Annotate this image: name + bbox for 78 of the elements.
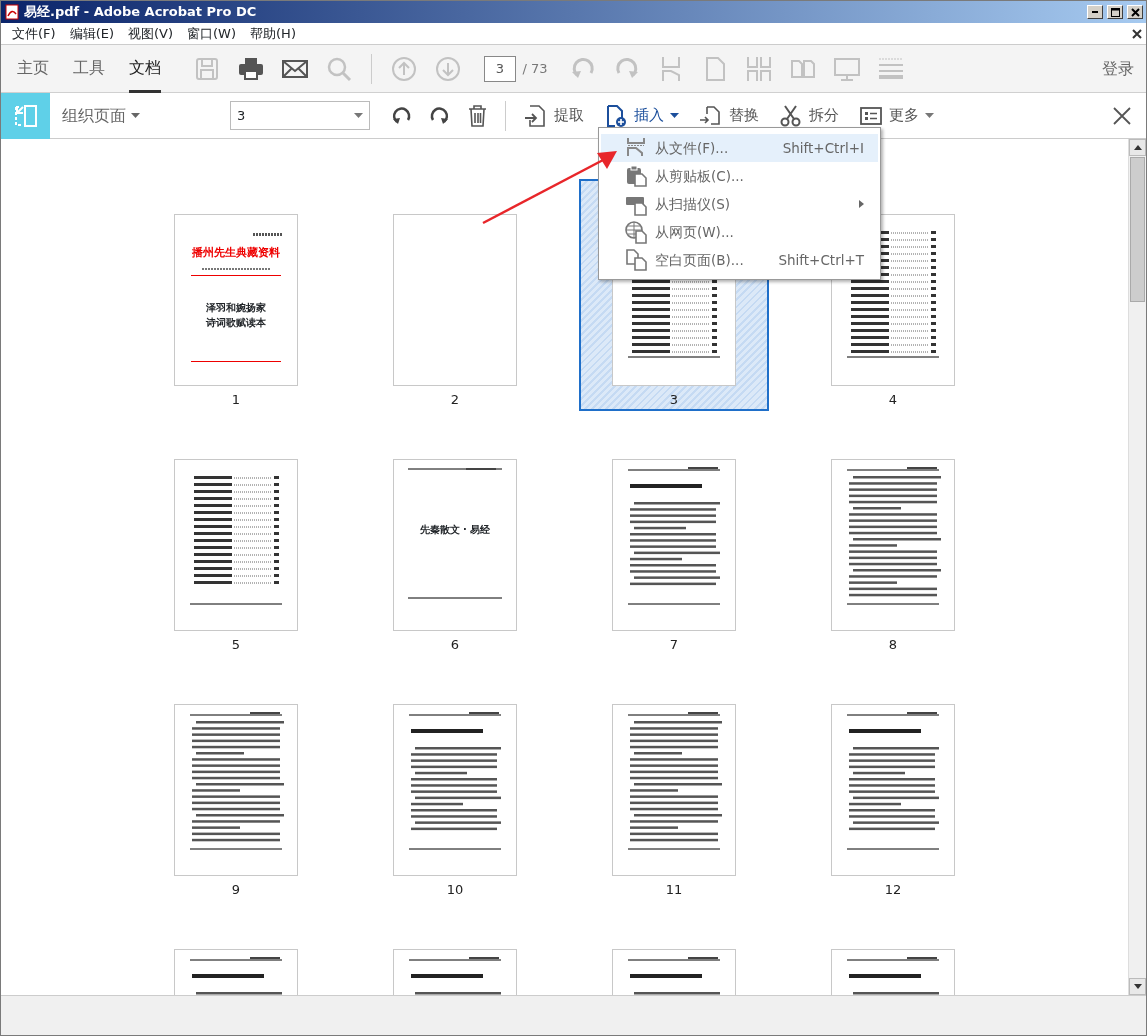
page-thumbnail[interactable]: 播州先生典藏资料 泽羽和婉扬家 诗词歌赋读本	[174, 214, 298, 386]
maximize-button[interactable]	[1107, 5, 1123, 19]
menu-item[interactable]: 视图(V)	[121, 23, 181, 44]
page-thumbnail[interactable]	[831, 459, 955, 631]
page-range-dropdown[interactable]: 3	[230, 101, 370, 130]
page-number: 11	[665, 880, 683, 899]
caret-icon	[925, 112, 934, 119]
cover-title: 播州先生典藏资料	[192, 245, 280, 261]
page-thumbnail[interactable]	[174, 704, 298, 876]
subtitle-placeholder-drawing	[202, 267, 270, 270]
minimize-button[interactable]	[1087, 5, 1103, 19]
page-number: 9	[231, 880, 241, 899]
page-number: 7	[669, 635, 679, 654]
scissors-icon	[779, 103, 803, 128]
split-button[interactable]: 拆分	[775, 103, 843, 128]
minimize-icon	[1092, 11, 1098, 13]
close-icon	[1132, 29, 1142, 40]
menu-item[interactable]: 编辑(E)	[62, 23, 121, 44]
menu-item[interactable]: 从文件(F)... Shift+Ctrl+I	[601, 134, 878, 162]
page-number: 10	[446, 880, 464, 899]
more-button[interactable]: 更多	[855, 103, 938, 128]
date-placeholder-drawing	[253, 233, 283, 236]
section-title: 先秦散文 · 易经	[419, 523, 491, 537]
page-thumbnail[interactable]	[612, 459, 736, 631]
page-total: / 73	[522, 59, 548, 78]
page-number: 5	[231, 635, 241, 654]
page-thumbnail[interactable]	[612, 704, 736, 876]
pdf-file-icon	[4, 4, 20, 20]
extract-icon	[524, 103, 548, 128]
page-thumbnail[interactable]: 先秦散文 · 易经	[393, 459, 517, 631]
page-number: 4	[888, 390, 898, 409]
page-number: 1	[231, 390, 241, 409]
insert-button[interactable]: 插入	[600, 103, 683, 128]
page-number: 6	[450, 635, 460, 654]
page-columns-icon	[744, 54, 773, 83]
close-icon	[1128, 6, 1142, 18]
replace-button[interactable]: 替换	[695, 103, 763, 128]
shortcut: Shift+Ctrl+T	[778, 250, 864, 270]
page-number: 3	[669, 390, 679, 409]
menu-item[interactable]: 文件(F)	[5, 23, 63, 44]
page-number: 2	[450, 390, 460, 409]
page-number-field[interactable]: 3	[484, 55, 516, 82]
page-thumbnail[interactable]	[174, 459, 298, 631]
extract-button[interactable]: 提取	[520, 103, 588, 128]
globe-icon	[625, 220, 647, 244]
close-icon	[1111, 105, 1132, 126]
arrow-down-icon	[1133, 984, 1142, 989]
page-thumbnail[interactable]	[831, 704, 955, 876]
cover-line: 诗词歌赋读本	[206, 315, 266, 330]
nav-tab[interactable]: 工具	[73, 44, 105, 93]
page-number: 12	[884, 880, 902, 899]
arrow-down-circle-icon	[434, 54, 462, 83]
page-thumbnail[interactable]	[393, 704, 517, 876]
page-thumbnail[interactable]	[393, 214, 517, 386]
organize-pages-dropdown[interactable]: 组织页面	[62, 103, 230, 128]
caret-icon	[670, 112, 679, 119]
arrow-up-circle-icon	[390, 54, 418, 83]
menu-item[interactable]: 窗口(W)	[180, 23, 244, 44]
arrow-up-icon	[1133, 145, 1142, 150]
nav-tab[interactable]: 主页	[17, 44, 49, 93]
login-link[interactable]: 登录	[1102, 56, 1134, 81]
menu-item[interactable]: 帮助(H)	[243, 23, 303, 44]
submenu-arrow-icon	[859, 200, 864, 208]
close-button[interactable]	[1127, 5, 1143, 19]
caret-icon	[131, 113, 141, 119]
vertical-scrollbar[interactable]	[1128, 139, 1146, 995]
scroll-up-button[interactable]	[1129, 139, 1146, 156]
page-number: 8	[888, 635, 898, 654]
window-title: 易经.pdf - Adobe Acrobat Pro DC	[24, 3, 258, 22]
scroll-down-button[interactable]	[1129, 978, 1146, 995]
cover-line: 泽羽和婉扬家	[206, 300, 266, 315]
blank-pages-icon	[625, 248, 647, 272]
shortcut: Shift+Ctrl+I	[782, 138, 864, 158]
caret-icon	[354, 112, 363, 119]
clipboard-icon	[625, 164, 647, 188]
scroll-thumb[interactable]	[1130, 157, 1145, 302]
replace-icon	[699, 103, 723, 128]
maximize-icon	[1108, 6, 1122, 18]
